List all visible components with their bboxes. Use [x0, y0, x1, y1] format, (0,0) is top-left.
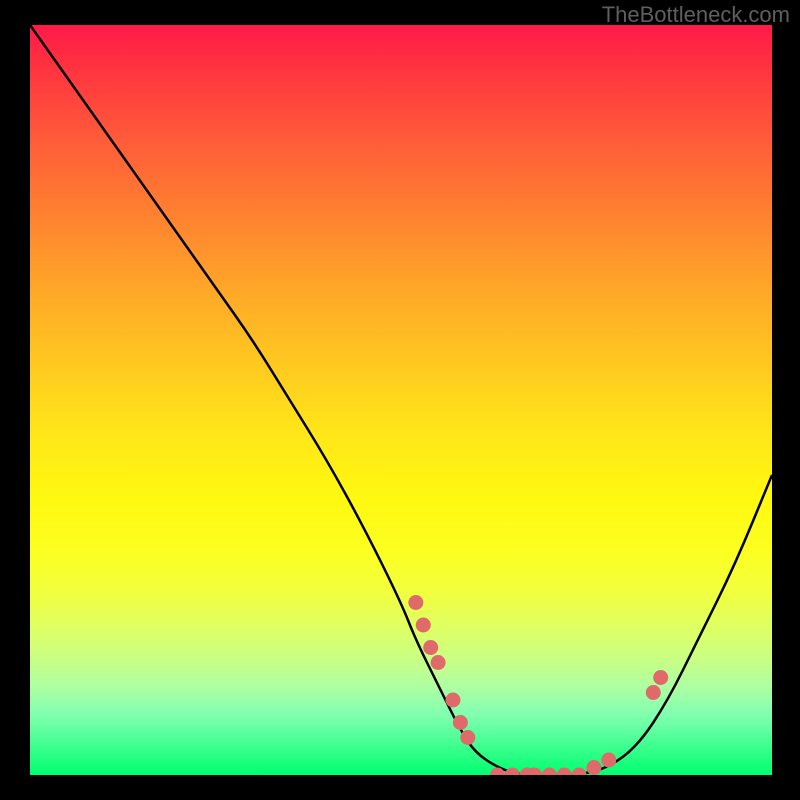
data-point-marker	[445, 693, 460, 708]
data-point-marker	[408, 595, 423, 610]
data-point-marker	[557, 768, 572, 776]
data-point-marker	[453, 715, 468, 730]
data-point-marker	[505, 768, 520, 776]
data-point-marker	[572, 768, 587, 776]
data-point-marker	[423, 640, 438, 655]
data-point-marker	[431, 655, 446, 670]
data-point-marker	[586, 760, 601, 775]
data-point-marker	[416, 618, 431, 633]
bottleneck-curve	[30, 25, 772, 775]
data-point-marker	[601, 753, 616, 768]
watermark-text: TheBottleneck.com	[602, 2, 790, 28]
data-point-marker	[653, 670, 668, 685]
data-point-marker	[646, 685, 661, 700]
plot-area	[30, 25, 772, 775]
data-markers	[408, 595, 668, 775]
curve-svg	[30, 25, 772, 775]
chart-container: TheBottleneck.com	[0, 0, 800, 800]
data-point-marker	[542, 768, 557, 776]
data-point-marker	[460, 730, 475, 745]
